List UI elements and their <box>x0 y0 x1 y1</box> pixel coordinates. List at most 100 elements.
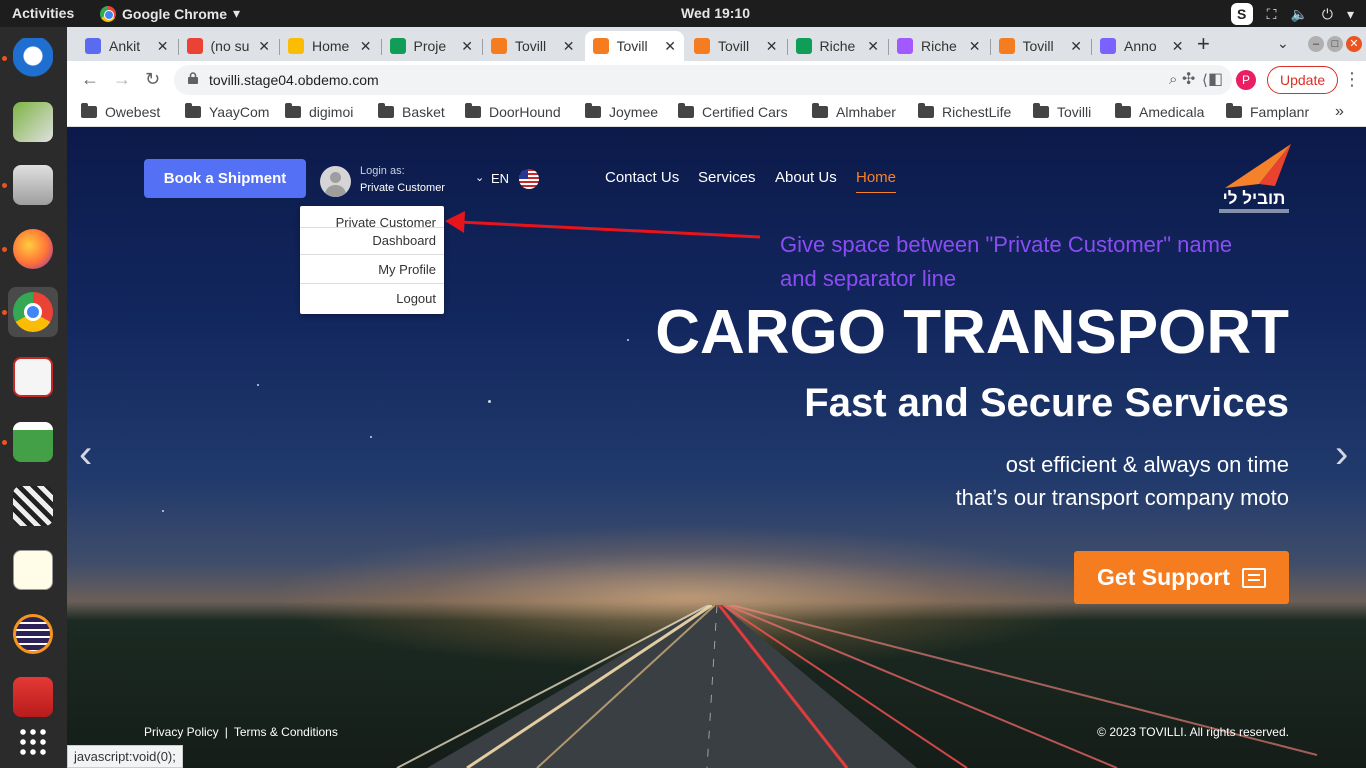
volume-icon[interactable]: 🔈 <box>1290 6 1307 23</box>
eclipse-launcher[interactable] <box>8 609 58 659</box>
more-bookmarks-icon[interactable]: » <box>1335 103 1344 121</box>
bookmark-item[interactable]: Owebest <box>81 103 160 120</box>
star <box>162 510 164 512</box>
book-shipment-button[interactable]: Book a Shipment <box>144 159 306 198</box>
system-tray[interactable]: S ⛶ 🔈 ⏻ ▾ <box>1230 3 1354 25</box>
bookmark-item[interactable]: Certified Cars <box>678 103 788 120</box>
bookmark-item[interactable]: Basket <box>378 103 445 120</box>
bookmark-item[interactable]: YaayCom <box>185 103 269 120</box>
user-avatar[interactable] <box>320 166 351 197</box>
forward-arrow-icon[interactable]: → <box>113 69 131 90</box>
user-name[interactable]: Private Customer <box>360 182 445 194</box>
close-tab-icon[interactable]: ✕ <box>867 38 879 55</box>
nav-about-us[interactable]: About Us <box>775 169 837 186</box>
get-support-button[interactable]: Get Support <box>1074 551 1289 604</box>
us-flag-icon[interactable] <box>519 169 539 189</box>
image-viewer-launcher[interactable] <box>8 97 58 147</box>
files-launcher[interactable] <box>8 160 58 210</box>
tab-search-icon[interactable]: ⌄ <box>1277 35 1289 52</box>
thunderbird-launcher[interactable] <box>8 33 58 83</box>
browser-tab[interactable]: Tovill ✕ <box>584 31 684 61</box>
reload-icon[interactable]: ↻ <box>145 69 160 90</box>
browser-tab[interactable]: Ankit ✕ <box>77 31 177 61</box>
profile-avatar[interactable]: P <box>1236 70 1256 90</box>
extensions-icon[interactable]: ✣ <box>1182 69 1195 89</box>
video-editor-launcher[interactable] <box>8 481 58 531</box>
text-editor-launcher[interactable] <box>8 545 58 595</box>
close-tab-icon[interactable]: ✕ <box>258 38 270 55</box>
hero-tagline-1: ost efficient & always on time <box>1005 452 1289 477</box>
new-tab-button[interactable]: + <box>1197 31 1210 57</box>
carousel-next-icon[interactable]: › <box>1335 432 1348 477</box>
close-tab-icon[interactable]: ✕ <box>360 38 372 55</box>
share-icon[interactable]: ⟨ <box>1202 71 1208 89</box>
close-tab-icon[interactable]: ✕ <box>563 38 575 55</box>
firefox-launcher[interactable] <box>8 224 58 274</box>
user-dropdown-menu: Private Customer Dashboard My Profile Lo… <box>300 206 444 314</box>
show-apps-button[interactable] <box>8 717 58 767</box>
close-tab-icon[interactable]: ✕ <box>157 38 169 55</box>
chrome-launcher[interactable] <box>8 287 58 337</box>
minimize-button[interactable]: – <box>1308 36 1324 52</box>
bookmark-item[interactable]: Almhaber <box>812 103 896 120</box>
folder-icon <box>378 103 394 118</box>
activities-button[interactable]: Activities <box>12 5 74 21</box>
url-text[interactable]: tovilli.stage04.obdemo.com <box>209 72 379 88</box>
close-tab-icon[interactable]: ✕ <box>1070 38 1082 55</box>
logout-link[interactable]: Logout <box>396 291 436 306</box>
clock[interactable]: Wed 19:10 <box>681 5 750 21</box>
browser-tab[interactable]: Anno ✕ <box>1092 31 1192 61</box>
spreadsheet-launcher[interactable] <box>8 417 58 467</box>
back-arrow-icon[interactable]: ← <box>81 69 99 90</box>
bookmark-item[interactable]: Amedicala <box>1115 103 1204 120</box>
power-icon[interactable]: ⏻ <box>1322 6 1333 23</box>
bookmark-item[interactable]: RichestLife <box>918 103 1011 120</box>
bookmark-item[interactable]: DoorHound <box>465 103 561 120</box>
close-tab-icon[interactable]: ✕ <box>766 38 778 55</box>
chevron-down-icon[interactable]: ⌄ <box>475 171 484 184</box>
nav-contact-us[interactable]: Contact Us <box>605 169 679 186</box>
network-icon[interactable]: ⛶ <box>1267 6 1277 23</box>
nav-services[interactable]: Services <box>698 169 756 186</box>
close-window-button[interactable]: ✕ <box>1346 36 1362 52</box>
more-menu-icon[interactable]: ⋮ <box>1343 69 1361 90</box>
terms-link[interactable]: Terms & Conditions <box>234 725 338 739</box>
skype-icon[interactable]: S <box>1230 3 1253 25</box>
folder-icon <box>1115 103 1131 118</box>
close-tab-icon[interactable]: ✕ <box>1172 38 1184 55</box>
side-panel-icon[interactable]: ◧ <box>1208 69 1223 89</box>
close-tab-icon[interactable]: ✕ <box>969 38 981 55</box>
browser-tab[interactable]: (no su ✕ <box>179 31 279 61</box>
zoom-icon[interactable]: ⌕ <box>1169 71 1177 88</box>
browser-tab[interactable]: Proje ✕ <box>382 31 482 61</box>
bookmark-item[interactable]: Tovilli <box>1033 103 1091 120</box>
browser-tab[interactable]: Tovill ✕ <box>686 31 786 61</box>
language-selector[interactable]: EN <box>491 171 509 186</box>
carousel-prev-icon[interactable]: ‹ <box>79 432 92 477</box>
privacy-policy-link[interactable]: Privacy Policy <box>144 725 219 739</box>
logo-tagline <box>1219 209 1289 213</box>
browser-tab[interactable]: Tovill ✕ <box>483 31 583 61</box>
bookmark-item[interactable]: Joymee <box>585 103 658 120</box>
status-bubble: javascript:void(0); <box>67 745 183 768</box>
maximize-button[interactable]: □ <box>1327 36 1343 52</box>
app-menu[interactable]: Google Chrome ▾ <box>100 5 240 22</box>
my-profile-link[interactable]: My Profile <box>378 262 436 277</box>
browser-tab[interactable]: Tovill ✕ <box>991 31 1091 61</box>
browser-tab[interactable]: Riche ✕ <box>788 31 888 61</box>
browser-tab[interactable]: Home ✕ <box>280 31 380 61</box>
update-button[interactable]: Update <box>1267 66 1339 94</box>
app-launcher[interactable] <box>8 672 58 722</box>
bookmark-item[interactable]: Famplanr <box>1226 103 1309 120</box>
address-bar[interactable]: tovilli.stage04.obdemo.com ⌕ ⟨ ★ <box>174 65 1247 95</box>
spreadsheet-icon <box>13 422 53 462</box>
close-tab-icon[interactable]: ✕ <box>461 38 473 55</box>
close-tab-icon[interactable]: ✕ <box>664 38 676 55</box>
chevron-down-icon[interactable]: ▾ <box>1347 6 1354 23</box>
nav-home[interactable]: Home <box>856 169 897 193</box>
document-viewer-launcher[interactable] <box>8 352 58 402</box>
tab-favicon-icon <box>288 38 304 54</box>
bookmark-item[interactable]: digimoi <box>285 103 353 120</box>
dashboard-link[interactable]: Dashboard <box>372 233 436 248</box>
browser-tab[interactable]: Riche ✕ <box>889 31 989 61</box>
